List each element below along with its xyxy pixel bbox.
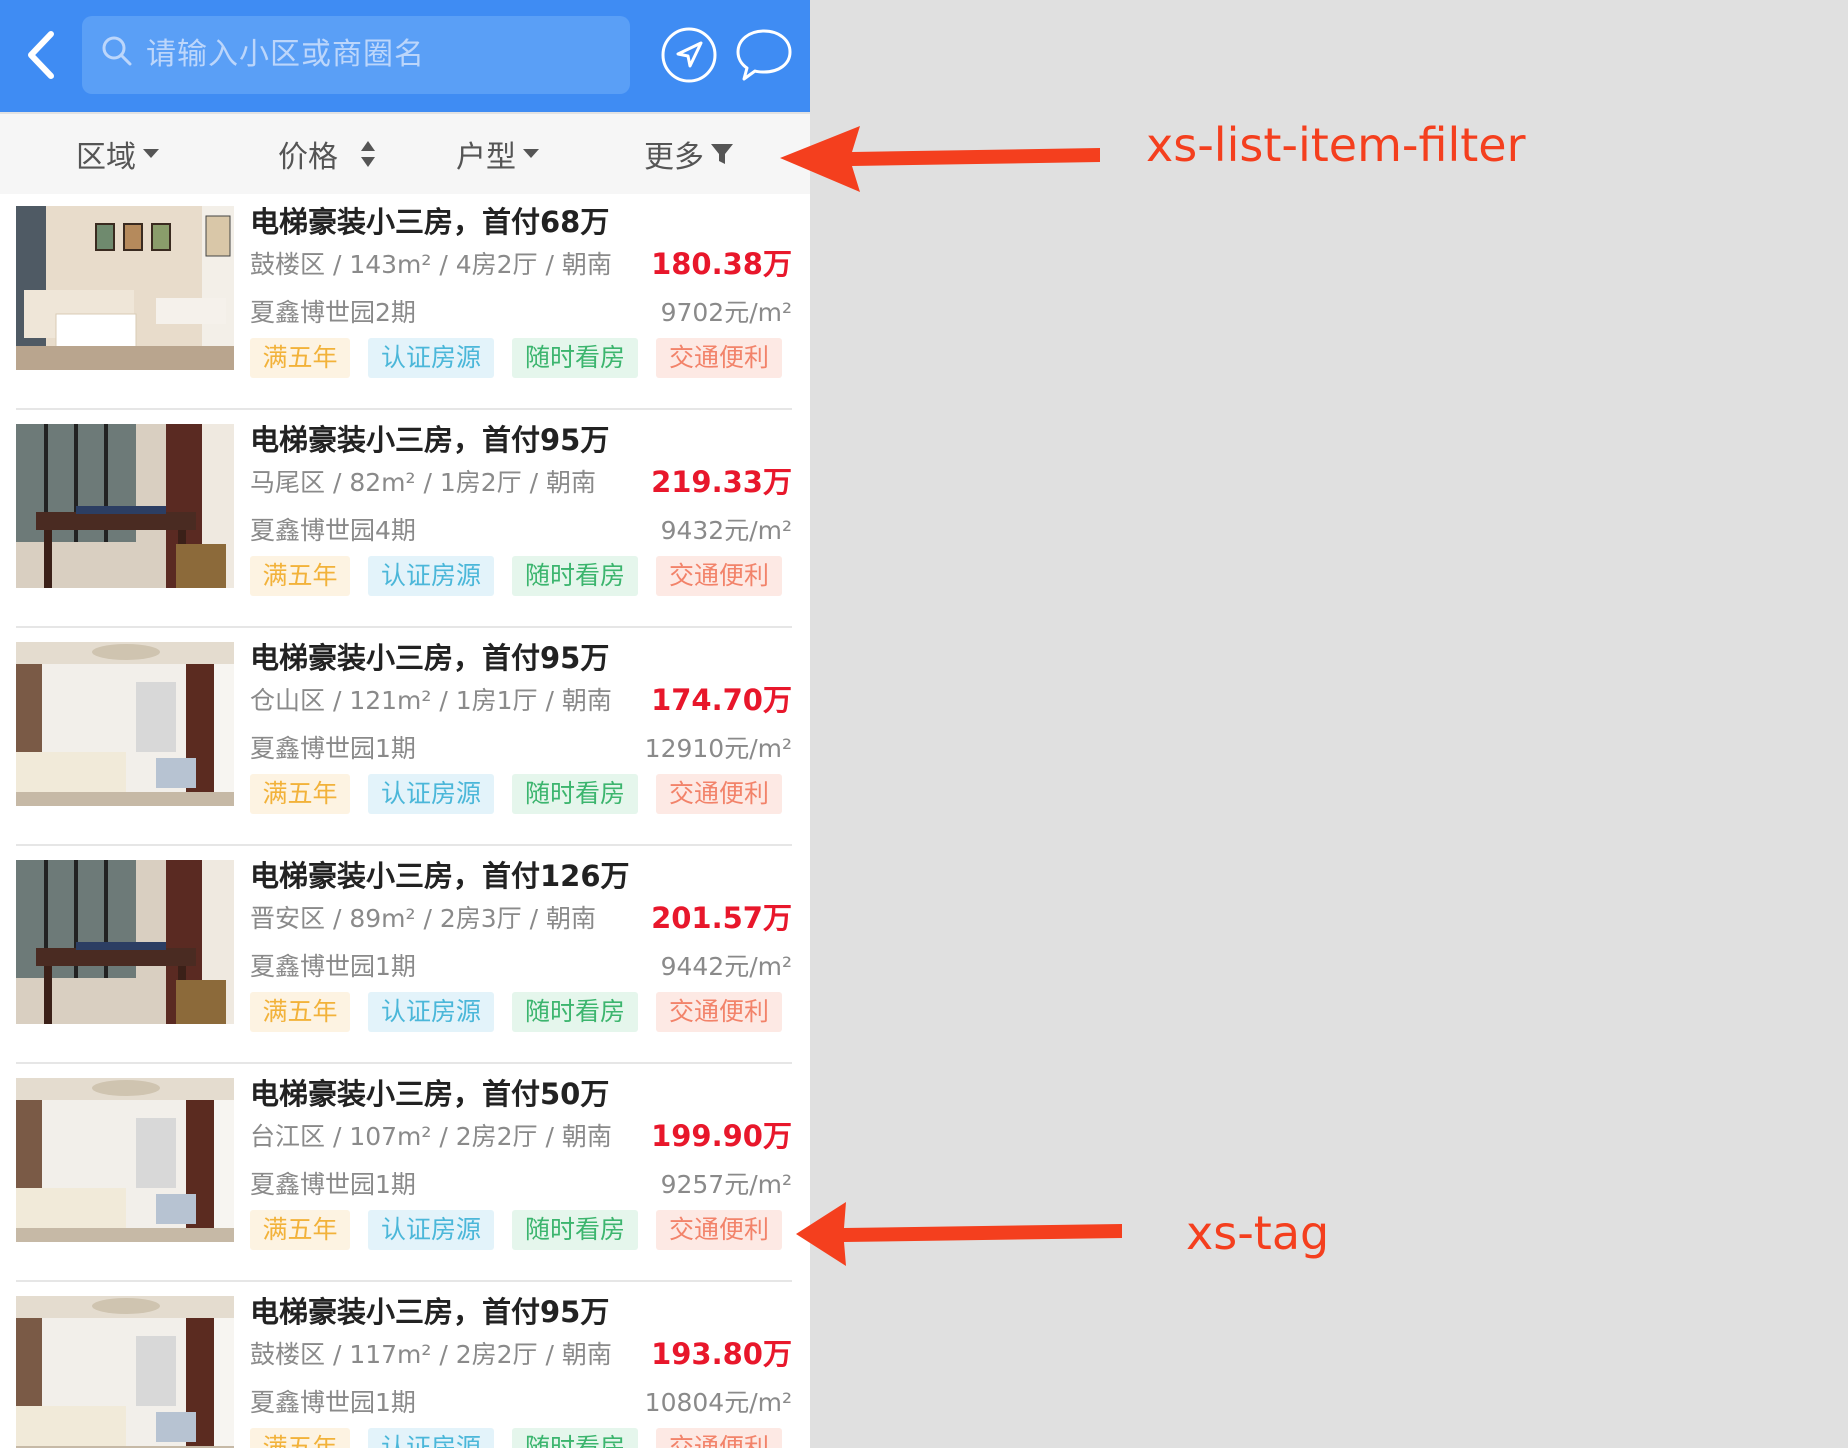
tag-years: 满五年	[250, 556, 350, 596]
top-bar: 请输入小区或商圈名	[0, 0, 810, 112]
listing-price: 201.57万	[651, 901, 792, 935]
annotation-arrow-icon	[796, 1202, 1122, 1266]
listing-unit-price: 9432元/m²	[660, 516, 792, 545]
listing-photo	[16, 1296, 234, 1448]
tag-verified: 认证房源	[368, 338, 494, 378]
back-arrow-icon	[28, 31, 54, 79]
listing-price: 199.90万	[651, 1119, 792, 1153]
list-item-filter-bar: 区域 价格 户型 更多	[0, 112, 810, 194]
listing-title: 电梯豪装小三房，首付95万	[250, 423, 610, 457]
location-arrow-icon	[661, 27, 717, 83]
listing-item[interactable]: 电梯豪装小三房，首付95万 仓山区 / 121m² / 1房1厅 / 朝南 17…	[0, 628, 810, 846]
search-icon	[102, 36, 132, 66]
listing-price: 193.80万	[651, 1337, 792, 1371]
listing-specs: 鼓楼区 / 143m² / 4房2厅 / 朝南	[250, 250, 612, 279]
annotation-label-filter: xs-list-item-filter	[1146, 118, 1526, 172]
listing-specs: 仓山区 / 121m² / 1房1厅 / 朝南	[250, 686, 612, 715]
tag-transport: 交通便利	[656, 1210, 782, 1250]
listing-price: 219.33万	[651, 465, 792, 499]
listing-photo	[16, 642, 234, 806]
chat-bubble-icon	[736, 29, 792, 81]
listing-photo	[16, 860, 234, 1024]
filter-layout-label: 户型	[456, 140, 516, 175]
listing-specs: 台江区 / 107m² / 2房2厅 / 朝南	[250, 1122, 612, 1151]
listing-specs: 晋安区 / 89m² / 2房3厅 / 朝南	[250, 904, 596, 933]
listing-item[interactable]: 电梯豪装小三房，首付95万 马尾区 / 82m² / 1房2厅 / 朝南 219…	[0, 410, 810, 628]
filter-more-label: 更多	[644, 140, 704, 175]
filter-price-label: 价格	[278, 140, 338, 175]
tag-verified: 认证房源	[368, 992, 494, 1032]
tag-viewing: 随时看房	[512, 1428, 638, 1448]
mobile-screen: 请输入小区或商圈名 区域 价格 户型 更多 电梯豪装小三房，首付68万 鼓楼区 …	[0, 0, 810, 1448]
listing-unit-price: 10804元/m²	[644, 1388, 792, 1417]
listing-item[interactable]: 电梯豪装小三房，首付95万 鼓楼区 / 117m² / 2房2厅 / 朝南 19…	[0, 1282, 810, 1448]
listing-unit-price: 9702元/m²	[660, 298, 792, 327]
search-placeholder: 请输入小区或商圈名	[146, 37, 425, 72]
tag-transport: 交通便利	[656, 556, 782, 596]
filter-district-label: 区域	[76, 140, 136, 175]
listing-title: 电梯豪装小三房，首付95万	[250, 641, 610, 675]
listing-title: 电梯豪装小三房，首付68万	[250, 205, 610, 239]
listing-estate: 夏鑫博世园1期	[250, 952, 416, 981]
listing-title: 电梯豪装小三房，首付50万	[250, 1077, 610, 1111]
locate-button[interactable]	[660, 26, 718, 84]
tag-transport: 交通便利	[656, 774, 782, 814]
tag-verified: 认证房源	[368, 1428, 494, 1448]
message-button[interactable]	[734, 26, 792, 84]
listing-unit-price: 9257元/m²	[660, 1170, 792, 1199]
listing-estate: 夏鑫博世园2期	[250, 298, 416, 327]
listing-photo	[16, 1078, 234, 1242]
listing-item[interactable]: 电梯豪装小三房，首付68万 鼓楼区 / 143m² / 4房2厅 / 朝南 18…	[0, 192, 810, 410]
tag-viewing: 随时看房	[512, 774, 638, 814]
listing-item[interactable]: 电梯豪装小三房，首付126万 晋安区 / 89m² / 2房3厅 / 朝南 20…	[0, 846, 810, 1064]
tag-transport: 交通便利	[656, 338, 782, 378]
listing-estate: 夏鑫博世园1期	[250, 1388, 416, 1417]
tag-years: 满五年	[250, 774, 350, 814]
tag-verified: 认证房源	[368, 556, 494, 596]
listing-unit-price: 12910元/m²	[644, 734, 792, 763]
annotation-arrow-icon	[780, 126, 1100, 192]
tag-years: 满五年	[250, 1428, 350, 1448]
listing-item[interactable]: 电梯豪装小三房，首付50万 台江区 / 107m² / 2房2厅 / 朝南 19…	[0, 1064, 810, 1282]
tag-verified: 认证房源	[368, 1210, 494, 1250]
tag-transport: 交通便利	[656, 992, 782, 1032]
annotation-label-tag: xs-tag	[1186, 1206, 1330, 1260]
listing-photo	[16, 206, 234, 370]
tag-verified: 认证房源	[368, 774, 494, 814]
sort-updown-icon	[361, 141, 375, 167]
listing-specs: 马尾区 / 82m² / 1房2厅 / 朝南	[250, 468, 596, 497]
tag-transport: 交通便利	[656, 1428, 782, 1448]
filter-more[interactable]: 更多	[644, 114, 734, 194]
listing-specs: 鼓楼区 / 117m² / 2房2厅 / 朝南	[250, 1340, 612, 1369]
caret-down-icon	[143, 149, 159, 158]
filter-district[interactable]: 区域	[76, 114, 160, 194]
listing-price: 174.70万	[651, 683, 792, 717]
listing-estate: 夏鑫博世园1期	[250, 734, 416, 763]
tag-years: 满五年	[250, 1210, 350, 1250]
tag-viewing: 随时看房	[512, 556, 638, 596]
tag-viewing: 随时看房	[512, 992, 638, 1032]
tag-years: 满五年	[250, 338, 350, 378]
tag-viewing: 随时看房	[512, 338, 638, 378]
listing-estate: 夏鑫博世园4期	[250, 516, 416, 545]
search-input[interactable]: 请输入小区或商圈名	[82, 16, 630, 94]
filter-price[interactable]: 价格	[278, 114, 376, 194]
caret-down-icon	[523, 149, 539, 158]
listing-title: 电梯豪装小三房，首付95万	[250, 1295, 610, 1329]
listing-price: 180.38万	[651, 247, 792, 281]
filter-layout[interactable]: 户型	[456, 114, 540, 194]
listing-photo	[16, 424, 234, 588]
tag-years: 满五年	[250, 992, 350, 1032]
listing-estate: 夏鑫博世园1期	[250, 1170, 416, 1199]
listing-title: 电梯豪装小三房，首付126万	[250, 859, 630, 893]
listing-unit-price: 9442元/m²	[660, 952, 792, 981]
filter-funnel-icon	[711, 144, 733, 164]
back-button[interactable]	[10, 22, 70, 88]
tag-viewing: 随时看房	[512, 1210, 638, 1250]
